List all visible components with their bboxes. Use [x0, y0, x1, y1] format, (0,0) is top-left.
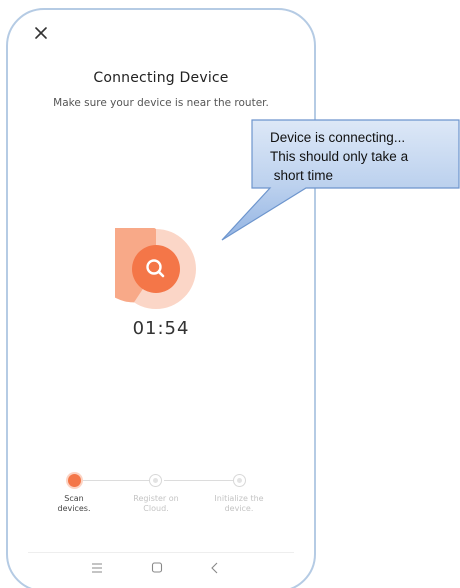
step-connector	[80, 480, 154, 481]
page-subtitle: Make sure your device is near the router…	[53, 97, 269, 109]
step-label-scan: Scan devices.	[57, 494, 91, 513]
home-square-icon[interactable]	[148, 560, 166, 576]
scan-progress-indicator	[115, 228, 196, 309]
back-chevron-icon[interactable]	[206, 560, 224, 576]
close-icon[interactable]	[32, 24, 50, 42]
page-title: Connecting Device	[93, 70, 229, 86]
callout-line: This should only take a	[270, 149, 409, 164]
step-label-initialize: Initialize the device.	[214, 494, 264, 513]
step-connector	[164, 480, 238, 481]
callout-text: Device is connecting... This should only…	[270, 128, 456, 185]
menu-icon[interactable]	[88, 560, 106, 576]
progress-steps: Scan devices. Register on Cloud. Initial…	[8, 470, 314, 530]
step-dot-scan	[68, 474, 81, 487]
countdown-timer: 01:54	[132, 318, 190, 339]
callout-line: Device is connecting...	[270, 130, 406, 145]
callout-line: short time	[270, 168, 334, 183]
screenshot-stage: Connecting Device Make sure your device …	[0, 0, 460, 588]
step-label-register: Register on Cloud.	[133, 494, 179, 513]
nav-bar-divider	[28, 552, 294, 553]
phone-screen: Connecting Device Make sure your device …	[6, 8, 316, 588]
step-dot-register	[149, 474, 162, 487]
step-dot-initialize	[233, 474, 246, 487]
